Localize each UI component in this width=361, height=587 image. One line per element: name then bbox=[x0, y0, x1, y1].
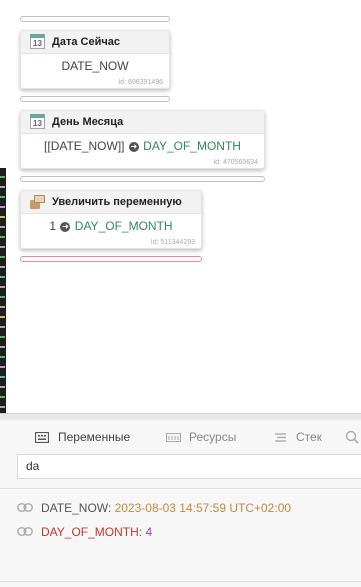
block-title: Дата Сейчас bbox=[52, 36, 120, 48]
increment-icon bbox=[30, 194, 46, 210]
divider bbox=[0, 581, 361, 582]
block-increment-variable[interactable]: Увеличить переменную 1 ➜ DAY_OF_MONTH Id… bbox=[20, 190, 202, 249]
log-gutter bbox=[0, 168, 6, 413]
variable-value: 2023-08-03 14:57:59 UTC+02:00 bbox=[114, 500, 292, 515]
calendar-icon: 13 bbox=[30, 114, 46, 130]
variable-value: 4 bbox=[145, 524, 153, 539]
variable-row[interactable]: DAY_OF_MONTH: 4 bbox=[17, 524, 152, 539]
block-body: DATE_NOW bbox=[61, 59, 129, 73]
link-icon bbox=[17, 500, 33, 515]
connector-pill-active[interactable] bbox=[20, 256, 202, 262]
arrow-right-icon: ➜ bbox=[60, 221, 71, 232]
variable-row[interactable]: DATE_NOW: 2023-08-03 14:57:59 UTC+02:00 bbox=[17, 500, 291, 515]
block-id: Id: 470569634 bbox=[213, 159, 258, 166]
calendar-icon: 13 bbox=[30, 34, 46, 50]
block-id: Id: 511344293 bbox=[150, 239, 195, 246]
block-body: 1 ➜ DAY_OF_MONTH bbox=[21, 214, 201, 233]
variable-name: DATE_NOW: bbox=[41, 500, 112, 515]
block-title: Увеличить переменную bbox=[52, 196, 182, 208]
arrow-right-icon: ➜ bbox=[128, 141, 139, 152]
link-icon bbox=[17, 524, 33, 539]
target-variable: DAY_OF_MONTH bbox=[143, 139, 241, 153]
stack-icon bbox=[273, 432, 287, 443]
tab-resources[interactable]: Ресурсы bbox=[166, 430, 236, 444]
panel-tabs: Переменные Ресурсы Стек bbox=[0, 420, 361, 454]
debug-panel: Переменные Ресурсы Стек da DATE_NOW: 202… bbox=[0, 420, 361, 587]
flow-canvas[interactable]: 13 Дата Сейчас DATE_NOW Id: 696391496 13… bbox=[0, 0, 361, 413]
block-id: Id: 696391496 bbox=[118, 79, 163, 86]
memory-icon bbox=[166, 432, 181, 443]
block-date-now[interactable]: 13 Дата Сейчас DATE_NOW Id: 696391496 bbox=[20, 30, 170, 89]
block-body: [[DATE_NOW]] ➜ DAY_OF_MONTH bbox=[21, 134, 264, 153]
variable-name: DAY_OF_MONTH: bbox=[41, 524, 143, 539]
connector-pill[interactable] bbox=[20, 16, 170, 22]
tab-stack[interactable]: Стек bbox=[273, 430, 322, 444]
keyboard-icon bbox=[34, 431, 50, 443]
increment-value: 1 bbox=[49, 219, 57, 233]
connector-pill[interactable] bbox=[20, 176, 265, 182]
target-variable: DAY_OF_MONTH bbox=[74, 219, 173, 233]
divider bbox=[0, 488, 361, 489]
tab-variables[interactable]: Переменные bbox=[34, 430, 130, 444]
search-icon[interactable] bbox=[345, 430, 359, 444]
expression-text: [[DATE_NOW]] bbox=[44, 139, 125, 153]
connector-pill[interactable] bbox=[20, 96, 170, 102]
block-day-of-month[interactable]: 13 День Месяца [[DATE_NOW]] ➜ DAY_OF_MON… bbox=[20, 110, 265, 169]
variable-search-input[interactable]: da bbox=[17, 454, 361, 479]
block-title: День Месяца bbox=[52, 116, 124, 128]
